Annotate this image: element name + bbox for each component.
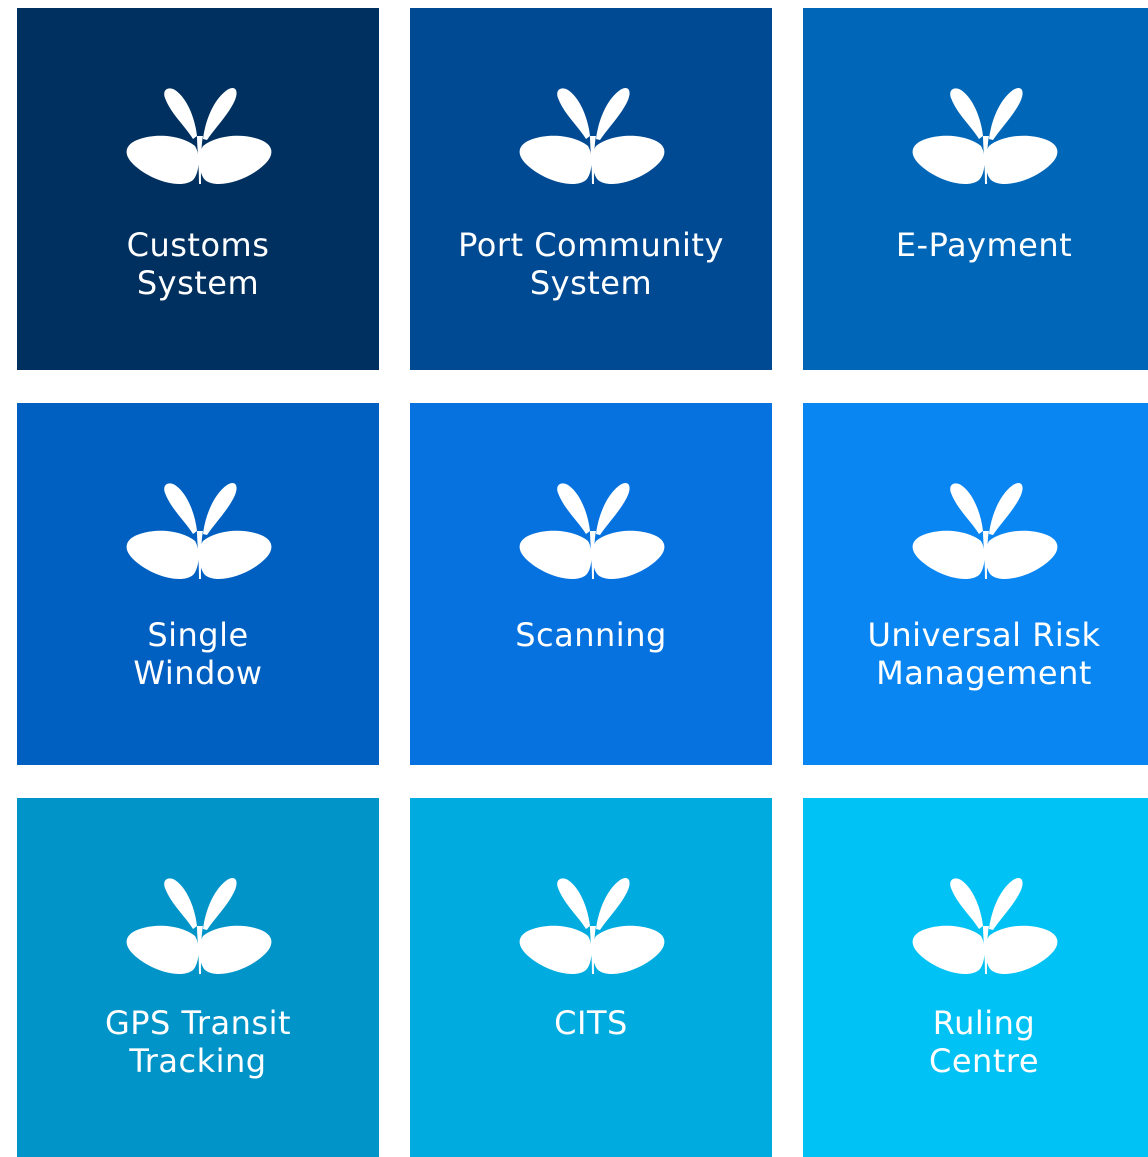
tile-universal-risk-management[interactable]: Universal Risk Management: [803, 403, 1148, 765]
tile-e-payment[interactable]: E-Payment: [803, 8, 1148, 370]
tile-label: Single Window: [17, 616, 379, 692]
tile-label-line: Customs: [126, 226, 270, 264]
leaf-sprout-icon: [909, 84, 1059, 194]
tile-label-line: Port Community: [458, 226, 724, 264]
tile-label: Port Community System: [410, 226, 772, 302]
leaf-sprout-icon: [123, 479, 273, 589]
tile-label: GPS Transit Tracking: [17, 1004, 379, 1080]
tile-label-line: Centre: [929, 1042, 1039, 1080]
tile-label-line: Scanning: [515, 616, 667, 654]
tile-single-window[interactable]: Single Window: [17, 403, 379, 765]
leaf-sprout-icon: [123, 874, 273, 984]
leaf-sprout-icon: [909, 874, 1059, 984]
leaf-sprout-icon: [516, 479, 666, 589]
tile-label: Scanning: [410, 616, 772, 654]
tile-label-line: GPS Transit: [104, 1004, 292, 1042]
tile-label: Customs System: [17, 226, 379, 302]
tile-label-line: Ruling: [932, 1004, 1036, 1042]
tile-label-line: Window: [133, 654, 263, 692]
leaf-sprout-icon: [123, 84, 273, 194]
tile-label: CITS: [410, 1004, 772, 1042]
tile-label-line: E-Payment: [895, 226, 1073, 264]
tile-label-line: Universal Risk: [867, 616, 1101, 654]
leaf-sprout-icon: [516, 874, 666, 984]
tile-label-line: CITS: [554, 1004, 628, 1042]
tile-port-community-system[interactable]: Port Community System: [410, 8, 772, 370]
leaf-sprout-icon: [909, 479, 1059, 589]
tile-label-line: System: [136, 264, 260, 302]
tile-label-line: Tracking: [129, 1042, 267, 1080]
service-tile-grid: Customs System Port Community System E-P…: [0, 0, 1148, 1157]
tile-cits[interactable]: CITS: [410, 798, 772, 1157]
tile-label-line: Single: [147, 616, 249, 654]
tile-label-line: Management: [876, 654, 1092, 692]
tile-label: E-Payment: [803, 226, 1148, 264]
tile-gps-transit-tracking[interactable]: GPS Transit Tracking: [17, 798, 379, 1157]
tile-label: Ruling Centre: [803, 1004, 1148, 1080]
tile-label: Universal Risk Management: [803, 616, 1148, 692]
tile-scanning[interactable]: Scanning: [410, 403, 772, 765]
leaf-sprout-icon: [516, 84, 666, 194]
tile-customs-system[interactable]: Customs System: [17, 8, 379, 370]
tile-ruling-centre[interactable]: Ruling Centre: [803, 798, 1148, 1157]
tile-label-line: System: [529, 264, 653, 302]
